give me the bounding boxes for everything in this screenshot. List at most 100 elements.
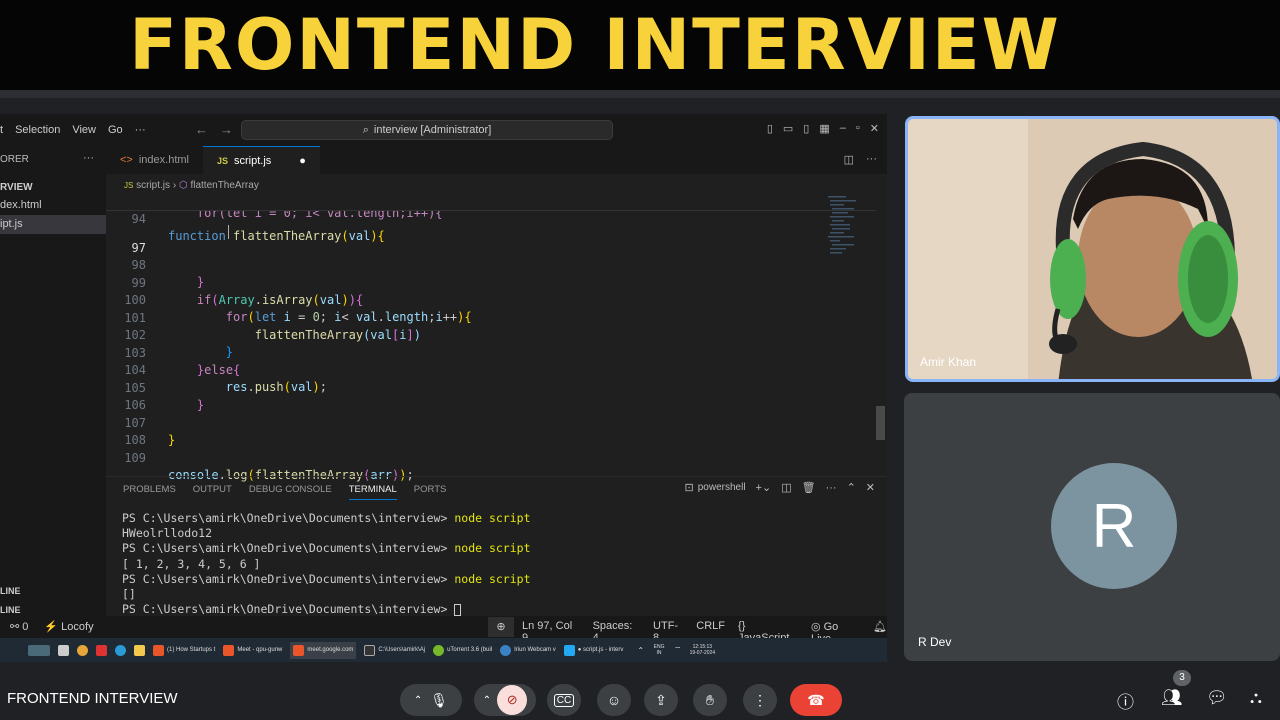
taskbar-app-7[interactable]: ● script.js - interv: [563, 644, 623, 656]
command-center[interactable]: ⌕ interview [Administrator]: [241, 120, 613, 140]
title-bar: t Selection View Go ··· ← → ⌕ interview …: [0, 114, 887, 146]
code-line-102: 102 }: [106, 310, 876, 359]
unsaved-dot-icon[interactable]: ●: [299, 155, 306, 167]
more-actions-icon[interactable]: ···: [866, 153, 877, 166]
js-file-icon: JS: [124, 181, 134, 190]
trash-icon[interactable]: 🗑: [802, 481, 816, 494]
explorer-file-script[interactable]: ipt.js: [0, 215, 106, 234]
minimap[interactable]: [826, 194, 871, 294]
sticky-scroll-header: 94 function flattenTheArray(val){: [106, 194, 876, 243]
meet-control-bar: FRONTEND INTERVIEW ⌃ 🎙︎ ⌃ ⊘ CC ☺ ⇪ ✋︎ ⋮ …: [0, 676, 1280, 720]
back-arrow-icon[interactable]: ←: [195, 122, 208, 137]
zoom-icon[interactable]: ⊕: [488, 617, 514, 637]
shell-name[interactable]: powershell: [698, 482, 746, 493]
explorer-folder[interactable]: RVIEW: [0, 178, 106, 197]
taskbar-app-2[interactable]: Meet - qpu-gunw: [223, 644, 282, 656]
tab-ports[interactable]: PORTS: [414, 480, 447, 499]
window-controls: ▯ ▭ ▯ ▦ – ▫ ✕: [767, 122, 879, 135]
status-bar: ⚯ 0 ⚡ Locofy ⊕ Ln 97, Col 9 Spaces: 4 UT…: [0, 616, 887, 645]
split-editor-icon[interactable]: ◫: [844, 153, 854, 166]
reactions-button[interactable]: ☺: [597, 684, 631, 716]
breadcrumb-symbol[interactable]: flattenTheArray: [190, 180, 258, 191]
vscode-window: t Selection View Go ··· ← → ⌕ interview …: [0, 114, 887, 662]
outline-section[interactable]: LINE: [0, 582, 106, 601]
tab-terminal[interactable]: TERMINAL: [348, 480, 397, 500]
explorer-more-icon[interactable]: ···: [83, 152, 94, 164]
taskbar-search[interactable]: [28, 644, 50, 656]
end-call-button[interactable]: ☎︎: [790, 684, 842, 716]
broadcast-icon: ◎: [810, 621, 821, 633]
code-line-103: 103 }else{: [106, 328, 876, 377]
taskbar-taskview[interactable]: [58, 644, 69, 656]
tray-clock[interactable]: 12:15:13 19-07-2024: [690, 644, 716, 656]
tab-problems[interactable]: PROBLEMS: [123, 480, 176, 499]
taskbar-store[interactable]: [96, 644, 107, 656]
microphone-button[interactable]: ⌃ 🎙︎: [400, 684, 462, 716]
taskbar-files[interactable]: [134, 644, 145, 656]
toggle-sidebar-icon[interactable]: ▯: [767, 122, 773, 135]
new-terminal-icon[interactable]: +⌄: [756, 481, 772, 494]
menu-bar: t Selection View Go ···: [0, 124, 146, 136]
breadcrumb-file[interactable]: script.js: [136, 180, 170, 191]
menu-item-selection[interactable]: Selection: [15, 124, 60, 136]
participant-tile-amir[interactable]: Amir Khan: [905, 116, 1280, 382]
code-line-104: 104 res.push(val);: [106, 345, 876, 394]
wifi-icon[interactable]: ⌔: [674, 645, 682, 655]
terminal-cursor: [454, 603, 462, 616]
code-editor[interactable]: 96 for(let i = 0; i< val.length;i++){ 94…: [106, 194, 876, 482]
tab-index-html[interactable]: <> index.html: [106, 146, 203, 174]
tab-script-js[interactable]: JS script.js ●: [203, 146, 320, 174]
tab-label: index.html: [138, 154, 189, 166]
menu-item-go[interactable]: Go: [108, 124, 123, 136]
menu-item-view[interactable]: View: [72, 124, 96, 136]
more-options-button[interactable]: ⋮: [743, 684, 777, 716]
present-button[interactable]: ⇪: [644, 684, 678, 716]
status-errors[interactable]: ⚯ 0: [10, 620, 28, 633]
toggle-panel-icon[interactable]: ▭: [783, 122, 793, 135]
chevron-up-icon[interactable]: ⌃: [847, 481, 856, 494]
people-icon[interactable]: 👥︎: [1161, 688, 1183, 708]
tray-chevron-icon[interactable]: ⌃: [637, 646, 644, 655]
terminal-output[interactable]: PS C:\Users\amirk\OneDrive\Documents\int…: [122, 511, 531, 617]
minimize-icon[interactable]: –: [840, 122, 846, 135]
html-file-icon: <>: [120, 154, 133, 166]
participant-tile-rdev[interactable]: R R Dev: [904, 393, 1280, 661]
toggle-secondary-icon[interactable]: ▯: [803, 122, 809, 135]
explorer-file-index[interactable]: dex.html: [0, 196, 106, 215]
forward-arrow-icon[interactable]: →: [220, 122, 233, 137]
split-terminal-icon[interactable]: ◫: [781, 481, 791, 494]
menu-item-partial[interactable]: t: [0, 124, 3, 136]
taskbar-app-3[interactable]: meet.google.com: [290, 641, 357, 659]
banner: FRONTEND INTERVIEW: [0, 0, 1280, 90]
more-actions-icon[interactable]: ···: [826, 482, 837, 494]
tab-debug-console[interactable]: DEBUG CONSOLE: [249, 480, 332, 499]
taskbar-app-6[interactable]: Iriun Webcam v: [500, 644, 556, 656]
code-line-105: 105 }: [106, 363, 876, 412]
tray-language[interactable]: ENG IN: [652, 644, 666, 656]
raise-hand-button[interactable]: ✋︎: [693, 684, 727, 716]
info-icon[interactable]: ⓘ: [1117, 688, 1134, 713]
terminal-line: []: [122, 586, 136, 601]
locofy-icon: ⚡: [44, 621, 59, 633]
brave-icon: [293, 644, 305, 656]
restore-icon[interactable]: ▫: [856, 122, 860, 135]
tab-output[interactable]: OUTPUT: [193, 480, 232, 499]
menu-more[interactable]: ···: [135, 124, 146, 136]
tab-label: script.js: [234, 154, 272, 167]
taskbar-app-1[interactable]: (1) How Startups t: [153, 644, 215, 656]
close-panel-icon[interactable]: ✕: [866, 481, 875, 494]
windows-taskbar: (1) How Startups t Meet - qpu-gunw meet.…: [0, 638, 887, 662]
search-icon: [28, 644, 50, 656]
taskbar-app-5[interactable]: uTorrent 3.6 (buil: [433, 644, 492, 656]
taskbar-chrome[interactable]: [77, 644, 88, 656]
taskbar-app-4[interactable]: C:\Users\amirk\Aj: [364, 644, 425, 656]
editor-scrollbar[interactable]: [876, 406, 885, 440]
status-locofy[interactable]: ⚡ Locofy: [44, 620, 93, 633]
captions-button[interactable]: CC: [547, 684, 581, 716]
close-icon[interactable]: ✕: [870, 122, 879, 135]
camera-button[interactable]: ⌃ ⊘: [474, 684, 536, 716]
taskbar-edge[interactable]: [115, 644, 126, 656]
chat-icon[interactable]: 💬︎: [1206, 688, 1228, 708]
activities-icon[interactable]: ⛬: [1250, 688, 1262, 708]
layout-icon[interactable]: ▦: [819, 122, 829, 135]
